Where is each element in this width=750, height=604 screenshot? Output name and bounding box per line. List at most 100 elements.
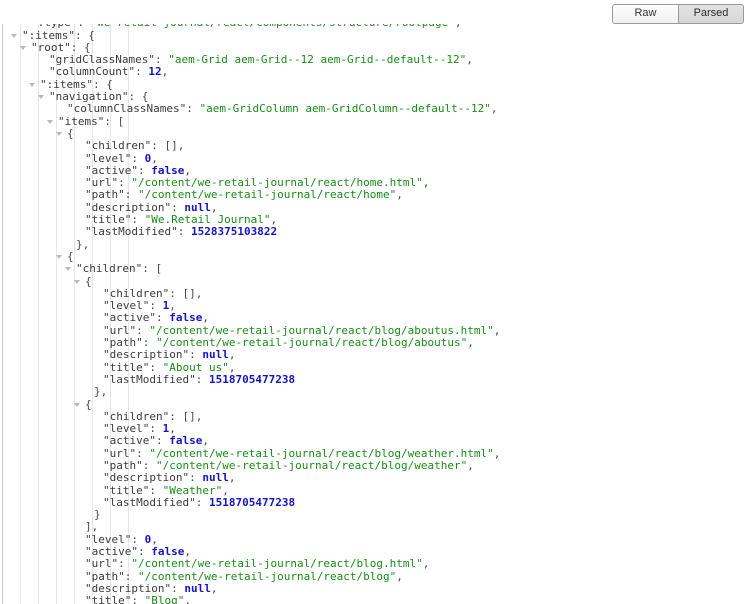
json-key: "description" — [85, 200, 172, 214]
json-key: "title" — [85, 594, 132, 604]
json-viewer-toolbar: Raw Parsed — [0, 0, 750, 24]
tab-parsed[interactable]: Parsed — [678, 5, 743, 23]
json-line-content: }, — [76, 238, 89, 251]
json-key: "lastModified" — [103, 495, 196, 509]
json-punctuation: , — [493, 446, 501, 460]
json-punctuation: : — [131, 151, 145, 165]
json-key: "url" — [103, 446, 137, 460]
json-null-value: null — [184, 200, 211, 214]
json-key: "children" — [103, 286, 170, 300]
json-key: "description" — [103, 471, 190, 485]
json-string-value: "/content/we-retail-journal/react/blog/w… — [156, 458, 468, 472]
json-punctuation: : [], — [151, 139, 185, 153]
json-punctuation: , — [466, 53, 473, 67]
json-punctuation: : — [189, 471, 203, 485]
json-number-value: 1518705477238 — [208, 372, 296, 386]
json-tree[interactable]: {":type": "we-retail-journal/react/compo… — [0, 0, 750, 604]
json-line-content: "lastModified": 1518705477238 — [103, 372, 296, 386]
json-line: } — [0, 509, 750, 521]
json-string-value: "Weather" — [162, 483, 223, 497]
json-punctuation: , — [467, 458, 474, 472]
json-punctuation: : — [136, 323, 150, 337]
json-punctuation: : — [135, 65, 149, 79]
json-punctuation: : — [195, 372, 209, 386]
json-punctuation: , — [422, 557, 430, 571]
json-punctuation: , — [202, 311, 209, 325]
json-key: "url" — [85, 557, 119, 571]
json-string-value: "aem-GridColumn aem-GridColumn--default-… — [199, 102, 491, 116]
json-key: "children" — [103, 409, 170, 423]
json-key: "root" — [31, 40, 71, 54]
json-number-value: 1528375103822 — [190, 225, 278, 239]
json-punctuation: : — [171, 581, 185, 595]
json-line-content: "lastModified": 1518705477238 — [103, 495, 296, 509]
json-boolean-value: false — [151, 545, 185, 559]
json-punctuation: : { — [70, 40, 91, 54]
json-punctuation: , — [151, 532, 158, 546]
json-line: ":items": { — [0, 28, 750, 42]
json-key: "children" — [85, 139, 152, 153]
json-punctuation: : — [118, 176, 132, 190]
disclosure-triangle-icon[interactable] — [74, 402, 80, 407]
json-punctuation: : — [155, 311, 170, 325]
json-punctuation: , — [210, 200, 218, 214]
tab-raw[interactable]: Raw — [613, 5, 678, 23]
json-punctuation: : — [137, 163, 152, 177]
json-punctuation: , — [202, 434, 209, 448]
json-line-content: }, — [94, 386, 107, 398]
json-viewer-panel[interactable]: {":type": "we-retail-journal/react/compo… — [0, 0, 750, 604]
disclosure-triangle-icon[interactable] — [56, 254, 62, 259]
json-punctuation: , — [169, 299, 176, 313]
json-key: "active" — [103, 311, 156, 325]
json-string-value: "/content/we-retail-journal/react/home.h… — [131, 176, 423, 190]
json-punctuation: : — [124, 569, 138, 583]
json-punctuation: , — [151, 151, 158, 165]
json-key: "gridClassNames" — [49, 53, 155, 67]
json-punctuation: : — [149, 483, 163, 497]
json-key: "title" — [103, 483, 150, 497]
json-punctuation: : — [149, 360, 163, 374]
json-punctuation: : { — [128, 90, 149, 104]
json-punctuation: , — [422, 176, 430, 190]
json-line-content: { — [85, 398, 92, 411]
json-punctuation: , — [210, 581, 218, 595]
json-line-content: { — [67, 127, 74, 140]
json-punctuation: ], — [85, 520, 99, 534]
json-punctuation: , — [467, 336, 474, 350]
json-key: "url" — [85, 176, 119, 190]
json-punctuation: , — [396, 188, 403, 202]
json-punctuation: }, — [94, 385, 108, 399]
json-key: "active" — [103, 434, 156, 448]
json-string-value: "/content/we-retail-journal/react/home" — [138, 188, 397, 202]
json-string-value: "aem-Grid aem-Grid--12 aem-Grid--default… — [168, 53, 467, 67]
json-punctuation: : — [136, 446, 150, 460]
json-string-value: "Blog" — [144, 594, 185, 604]
disclosure-triangle-icon[interactable] — [65, 267, 71, 272]
json-punctuation: : — [195, 495, 209, 509]
json-key: "path" — [85, 569, 125, 583]
json-punctuation: : [ — [104, 114, 125, 128]
json-line: }, — [0, 238, 750, 251]
json-punctuation: : [ — [142, 262, 163, 276]
disclosure-triangle-icon[interactable] — [11, 33, 17, 38]
json-string-value: "We.Retail Journal" — [144, 213, 271, 227]
json-punctuation: : — [149, 422, 163, 436]
disclosure-triangle-icon[interactable] — [56, 131, 62, 136]
disclosure-triangle-icon[interactable] — [74, 279, 80, 284]
json-key: "children" — [76, 262, 143, 276]
json-punctuation: , — [184, 163, 191, 177]
json-punctuation: : { — [74, 28, 95, 42]
disclosure-triangle-icon[interactable] — [20, 45, 26, 50]
json-key: "lastModified" — [103, 372, 196, 386]
json-punctuation: : — [131, 532, 145, 546]
disclosure-triangle-icon[interactable] — [38, 95, 44, 100]
json-line: "items": [ — [0, 114, 750, 128]
json-key: "url" — [103, 323, 137, 337]
view-mode-toggle[interactable]: Raw Parsed — [612, 4, 744, 24]
json-number-value: 1518705477238 — [208, 495, 296, 509]
disclosure-triangle-icon[interactable] — [47, 119, 53, 124]
disclosure-triangle-icon[interactable] — [29, 82, 35, 87]
json-punctuation: : — [137, 545, 152, 559]
json-punctuation: : [], — [169, 286, 203, 300]
json-punctuation: , — [490, 102, 498, 116]
